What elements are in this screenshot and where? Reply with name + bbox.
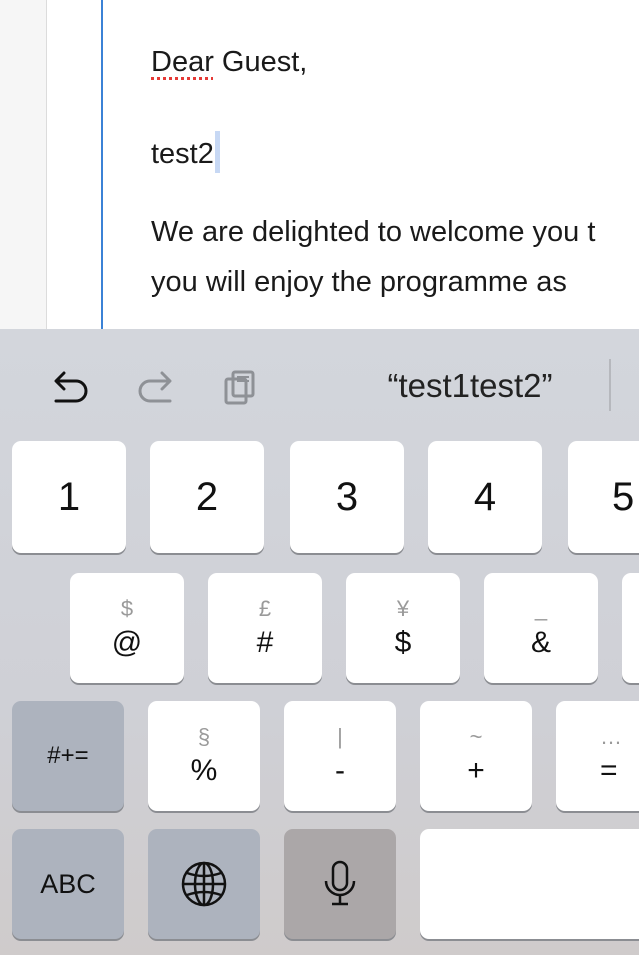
keyboard-toolbar: “test1test2” — [0, 329, 639, 437]
paste-icon[interactable] — [216, 363, 264, 411]
key-hash[interactable]: £ # — [208, 573, 322, 683]
text-cursor — [214, 131, 220, 173]
key-alt-label: … — [600, 724, 622, 749]
key-alt-label: ¥ — [396, 596, 410, 621]
misspelled-word[interactable]: Dear — [151, 46, 214, 78]
key-2[interactable]: 2 — [150, 441, 264, 553]
key-partial[interactable] — [622, 573, 639, 683]
key-ampersand[interactable]: _ & — [484, 573, 598, 683]
key-label: 1 — [57, 475, 81, 519]
key-alt-label: § — [197, 724, 211, 749]
key-label: 3 — [335, 475, 359, 519]
key-label: - — [335, 754, 345, 787]
key-label: % — [190, 754, 218, 787]
key-label: 5 — [612, 475, 635, 519]
margin-divider — [46, 0, 47, 329]
keyboard: “test1test2” 1 2 3 4 5 $ @ £ # ¥ $ _ & #… — [0, 329, 639, 955]
key-minus[interactable]: | - — [284, 701, 396, 811]
document-area[interactable]: Dear Guest, test2 We are delighted to we… — [0, 0, 639, 329]
key-label: 4 — [473, 475, 497, 519]
key-5[interactable]: 5 — [568, 441, 639, 553]
key-4[interactable]: 4 — [428, 441, 542, 553]
key-label: $ — [394, 626, 412, 659]
key-alt-label: £ — [258, 596, 272, 621]
key-label: # — [256, 626, 274, 659]
globe-key[interactable] — [148, 829, 260, 939]
document-line-body-1[interactable]: We are delighted to welcome you t — [151, 216, 595, 249]
key-alt-label: _ — [534, 596, 548, 621]
document-line-current[interactable]: test2 — [151, 131, 220, 173]
key-label: ABC — [40, 868, 96, 899]
current-line-text: test2 — [151, 138, 214, 170]
more-symbols-key[interactable]: #+= — [12, 701, 124, 811]
key-plus[interactable]: ~ + — [420, 701, 532, 811]
microphone-icon — [324, 860, 356, 906]
key-label: + — [467, 754, 485, 787]
key-label: #+= — [47, 742, 89, 769]
key-dollar[interactable]: ¥ $ — [346, 573, 460, 683]
key-at[interactable]: $ @ — [70, 573, 184, 683]
key-alt-label: ~ — [469, 724, 483, 749]
greeting-rest: Guest, — [213, 46, 308, 78]
document-line-body-2[interactable]: you will enjoy the programme as — [151, 266, 567, 299]
key-alt-label: $ — [120, 596, 134, 621]
key-label: @ — [111, 626, 143, 659]
key-label: = — [600, 754, 618, 787]
space-key[interactable] — [420, 829, 639, 939]
redo-icon[interactable] — [132, 363, 180, 411]
key-label: & — [530, 626, 551, 659]
key-3[interactable]: 3 — [290, 441, 404, 553]
page-margin — [0, 0, 46, 329]
key-percent[interactable]: § % — [148, 701, 260, 811]
globe-icon — [181, 861, 227, 907]
abc-key[interactable]: ABC — [12, 829, 124, 939]
document-line-greeting[interactable]: Dear Guest, — [151, 46, 307, 79]
toolbar-divider — [609, 359, 611, 411]
autocorrect-suggestion[interactable]: “test1test2” — [340, 367, 600, 405]
dictation-key[interactable] — [284, 829, 396, 939]
text-margin-guide — [101, 0, 103, 329]
key-label: 2 — [195, 475, 219, 519]
undo-icon[interactable] — [46, 363, 94, 411]
key-equals[interactable]: … = — [556, 701, 639, 811]
key-alt-label: | — [337, 724, 343, 749]
key-1[interactable]: 1 — [12, 441, 126, 553]
